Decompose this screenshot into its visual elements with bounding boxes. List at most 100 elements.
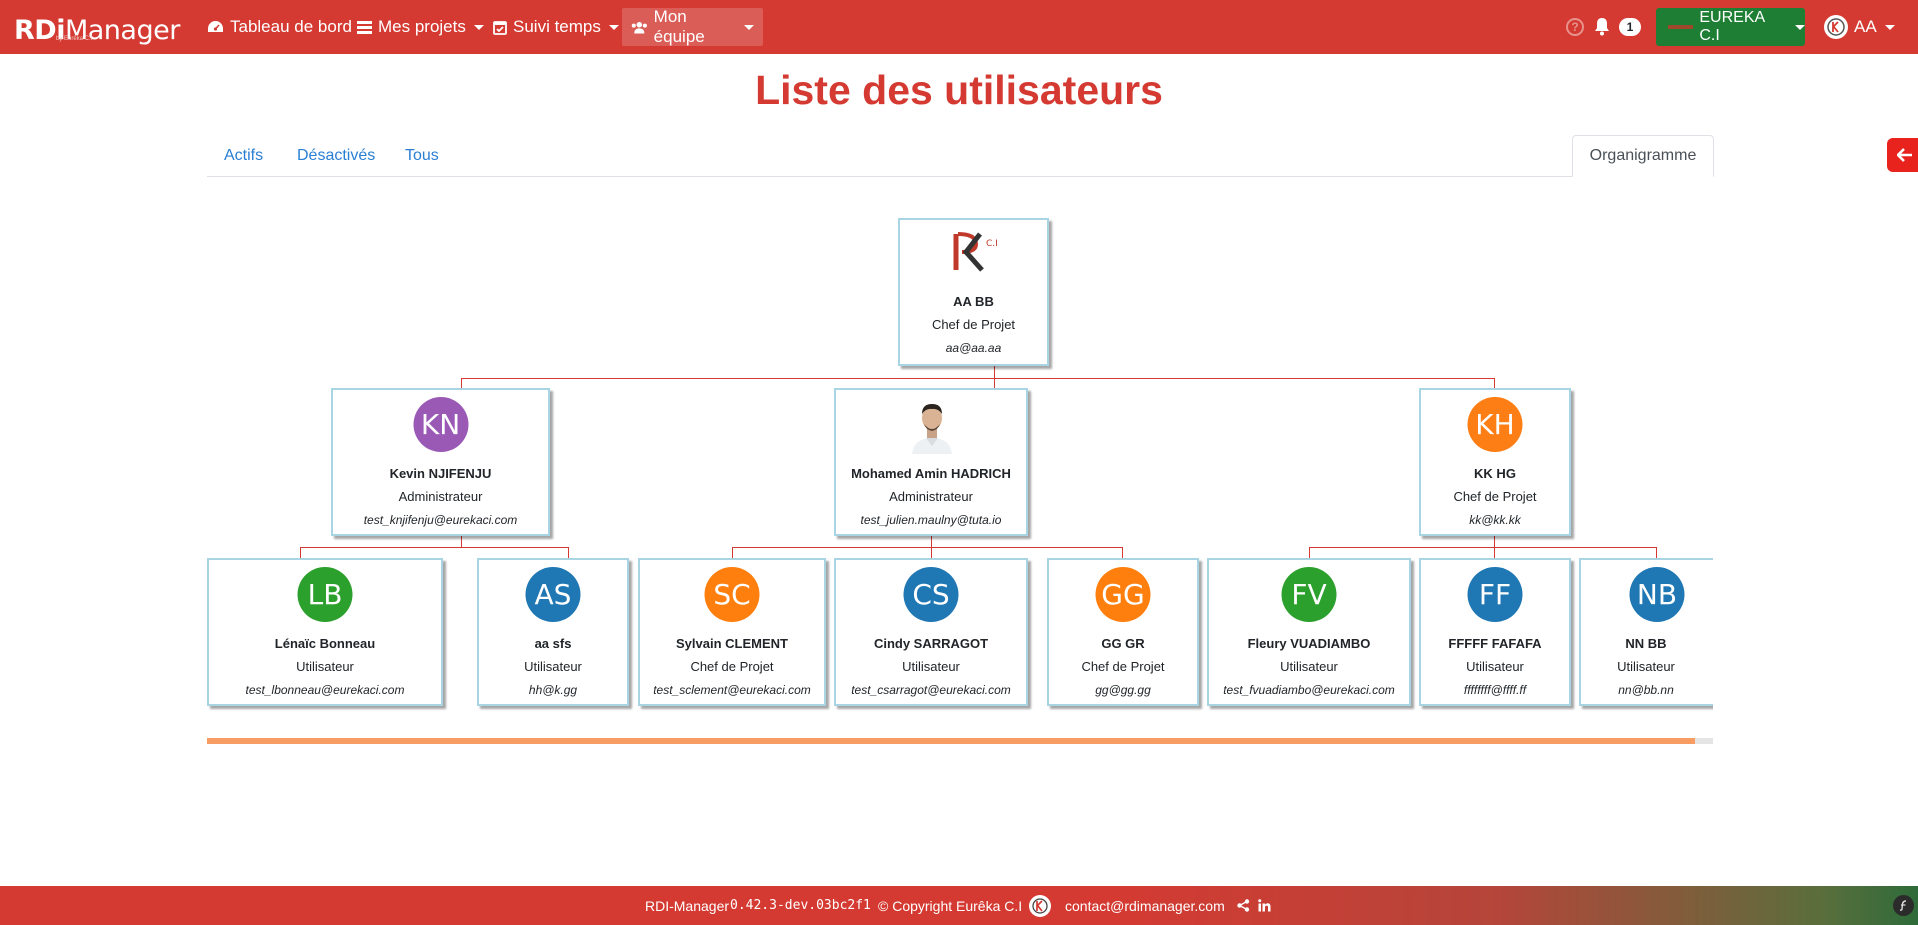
dashboard-icon [208, 21, 223, 32]
footer-version: 0.42.3-dev.03bc2f1 [730, 898, 871, 913]
avatar: LB [297, 567, 353, 622]
org-connector [461, 378, 462, 388]
avatar-initials: GG [1101, 578, 1145, 611]
nav-dashboard-label: Tableau de bord [230, 17, 352, 36]
avatar-initials: SC [713, 578, 751, 611]
chevron-down-icon [473, 24, 484, 30]
org-card-role: Utilisateur [1617, 659, 1675, 674]
org-card-name: Cindy SARRAGOT [873, 636, 989, 651]
org-card-role: Utilisateur [1280, 659, 1338, 674]
side-panel-toggle-button[interactable] [1887, 138, 1918, 172]
notification-badge[interactable]: 1 [1619, 18, 1641, 36]
calendar-check-icon [493, 20, 507, 35]
help-icon[interactable]: ? [1566, 18, 1584, 36]
avatar: SC [704, 567, 760, 622]
top-navbar: RDiManager by Eurêka C.I Tableau de bord… [0, 0, 1918, 54]
org-card-root[interactable]: C.I AA BB Chef de Projet aa@aa.aa [898, 218, 1049, 366]
org-card-role: Utilisateur [1466, 659, 1524, 674]
org-card[interactable]: KN Kevin NJIFENJU Administrateur test_kn… [331, 388, 550, 536]
org-connector [568, 547, 569, 558]
avatar: NB [1629, 567, 1685, 622]
org-connector [931, 536, 932, 547]
org-card-name: Mohamed Amin HADRICH [851, 466, 1011, 481]
org-card-email: hh@k.gg [528, 683, 578, 697]
org-card-name: AA BB [953, 294, 994, 309]
org-card-name: Sylvain CLEMENT [676, 636, 788, 651]
horizontal-scrollbar[interactable] [207, 738, 1713, 744]
share-icon[interactable] [1237, 899, 1250, 912]
org-connector [994, 378, 995, 388]
org-card-role: Chef de Projet [1453, 489, 1537, 504]
avatar-initials: LB [307, 578, 343, 611]
org-card-email: nn@bb.nn [1618, 683, 1674, 697]
org-card-email: test_fvuadiambo@eurekaci.com [1223, 683, 1395, 697]
avatar-initials: AS [534, 578, 572, 611]
org-card[interactable]: NB NN BB Utilisateur nn@bb.nn [1579, 558, 1713, 706]
chevron-down-icon [608, 24, 619, 30]
org-card[interactable]: GG GG GR Chef de Projet gg@gg.gg [1047, 558, 1199, 706]
org-card-name: GG GR [1101, 636, 1145, 651]
footer-email-link[interactable]: contact@rdimanager.com [1065, 898, 1225, 914]
user-name: AA [1854, 17, 1877, 36]
scrollbar-thumb[interactable] [207, 738, 1695, 744]
avatar: FV [1281, 567, 1337, 622]
org-card-role: Utilisateur [524, 659, 582, 674]
org-connector [994, 366, 995, 378]
org-connector [1494, 536, 1495, 547]
user-menu[interactable]: AA [1824, 12, 1895, 42]
brand-tagline: by Eurêka C.I [56, 36, 93, 42]
tab-active[interactable]: Actifs [224, 143, 263, 177]
linkedin-icon[interactable] [1258, 899, 1271, 912]
org-card-email: aa@aa.aa [945, 341, 1002, 355]
nav-time-tracking[interactable]: Suivi temps [484, 8, 628, 46]
avatar: CS [903, 567, 959, 622]
bell-icon[interactable] [1592, 16, 1612, 41]
svg-text:C.I: C.I [986, 239, 998, 249]
org-connector [1494, 378, 1495, 388]
brand-logo[interactable]: RDiManager by Eurêka C.I [14, 8, 180, 46]
company-selector-button[interactable]: EUREKA C.I [1656, 8, 1805, 46]
arrow-left-icon [1897, 148, 1912, 162]
user-photo [904, 394, 960, 454]
org-connector [461, 536, 462, 547]
tab-disabled[interactable]: Désactivés [297, 143, 375, 177]
page-title: Liste des utilisateurs [755, 67, 1163, 113]
footer-app-name: RDI-Manager [645, 897, 730, 914]
org-card-email: gg@gg.gg [1095, 683, 1151, 697]
org-card[interactable]: CS Cindy SARRAGOT Utilisateur test_csarr… [834, 558, 1028, 706]
org-card[interactable]: LB Lénaïc Bonneau Utilisateur test_lbonn… [207, 558, 443, 706]
org-connector [732, 547, 733, 558]
nav-projects[interactable]: Mes projets [348, 8, 493, 46]
footer-copyright: © Copyright Eurêka C.I [878, 897, 1023, 914]
org-connector [1122, 547, 1123, 558]
avatar-initials: CS [912, 578, 950, 611]
org-card[interactable]: SC Sylvain CLEMENT Chef de Projet test_s… [638, 558, 826, 706]
org-card-name: KK HG [1474, 466, 1516, 481]
chevron-down-icon [1884, 24, 1895, 30]
avatar-initials: KN [420, 408, 461, 441]
tab-all[interactable]: Tous [405, 143, 439, 177]
footer: RDI-Manager 0.42.3-dev.03bc2f1 © Copyrig… [0, 886, 1918, 925]
org-card-email: test_lbonneau@eurekaci.com [245, 683, 405, 697]
org-connector [732, 547, 1123, 548]
nav-projects-label: Mes projets [378, 17, 466, 36]
tab-org-chart[interactable]: Organigramme [1572, 135, 1714, 177]
nav-dashboard[interactable]: Tableau de bord [198, 8, 361, 46]
org-card-email: test_sclement@eurekaci.com [653, 683, 811, 697]
org-card-role: Utilisateur [296, 659, 354, 674]
symfony-icon[interactable] [1893, 895, 1914, 916]
org-card[interactable]: KH KK HG Chef de Projet kk@kk.kk [1419, 388, 1571, 536]
list-icon [357, 20, 372, 34]
org-card[interactable]: AS aa sfs Utilisateur hh@k.gg [477, 558, 629, 706]
nav-my-team[interactable]: Mon équipe [622, 7, 763, 46]
org-card-name: aa sfs [534, 636, 572, 651]
avatar: AS [525, 567, 581, 622]
company-logo-icon [1029, 895, 1051, 917]
org-card-role: Chef de Projet [690, 659, 774, 674]
org-connector [461, 378, 1495, 379]
nav-time-tracking-label: Suivi temps [513, 17, 601, 36]
avatar: KH [1467, 397, 1523, 452]
org-card[interactable]: FV Fleury VUADIAMBO Utilisateur test_fvu… [1207, 558, 1411, 706]
org-card[interactable]: FF FFFFF FAFAFA Utilisateur ffffffff@fff… [1419, 558, 1571, 706]
org-card[interactable]: Mohamed Amin HADRICH Administrateur test… [834, 388, 1028, 536]
